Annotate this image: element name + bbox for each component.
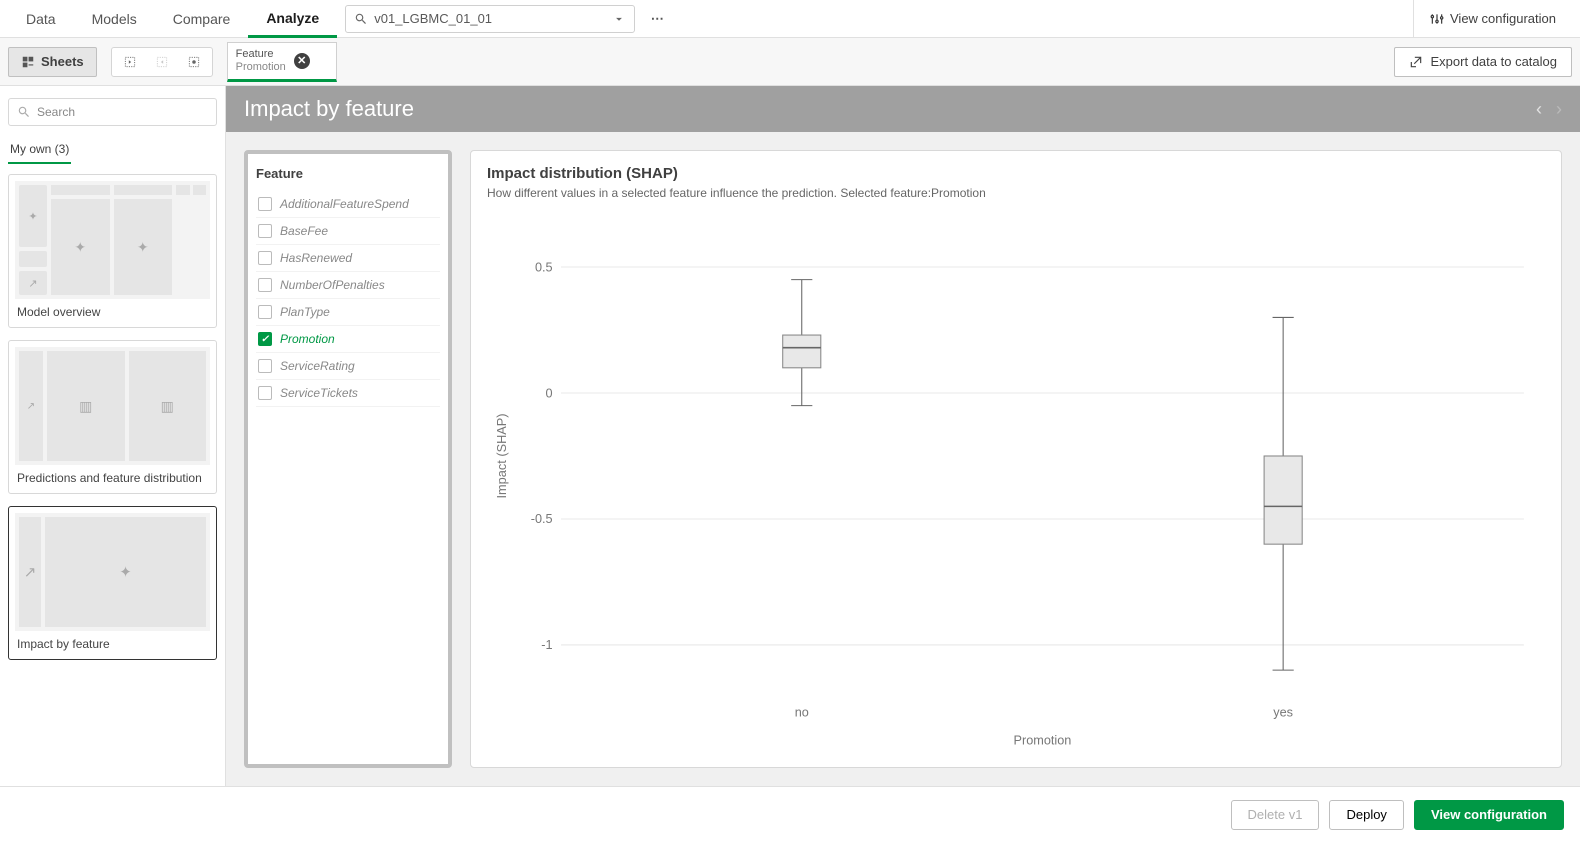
feature-panel: Feature AdditionalFeatureSpend BaseFee Has… xyxy=(244,150,452,768)
footer: Delete v1 Deploy View configuration xyxy=(0,786,1580,842)
tab-data[interactable]: Data xyxy=(8,0,74,38)
sheet-card-caption: Impact by feature xyxy=(15,631,210,653)
checkbox-icon xyxy=(258,251,272,265)
search-icon xyxy=(17,105,31,119)
top-tabs: Data Models Compare Analyze xyxy=(8,0,337,38)
feature-item-label: ServiceRating xyxy=(280,359,355,373)
clear-selection-button[interactable] xyxy=(180,48,208,76)
chevron-down-icon xyxy=(612,12,626,26)
feature-item-basefee[interactable]: BaseFee xyxy=(256,218,440,245)
checkbox-icon xyxy=(258,386,272,400)
feature-filter-chip[interactable]: Feature Promotion ✕ xyxy=(227,42,337,82)
my-own-tab[interactable]: My own (3) xyxy=(8,136,71,164)
export-data-button[interactable]: Export data to catalog xyxy=(1394,47,1572,77)
selection-toolbar xyxy=(111,47,213,77)
model-select-dropdown[interactable]: v01_LGBMC_01_01 xyxy=(345,5,635,33)
select-forward-button[interactable] xyxy=(148,48,176,76)
export-icon xyxy=(1409,55,1423,69)
checkbox-icon xyxy=(258,278,272,292)
sheet-card-impact-by-feature[interactable]: ↗ ✦ Impact by feature xyxy=(8,506,217,660)
sidebar: Search My own (3) ✦ ↗ ✦ ✦ Model overview xyxy=(0,86,226,786)
feature-item-additionalfeaturespend[interactable]: AdditionalFeatureSpend xyxy=(256,191,440,218)
feature-item-label: Promotion xyxy=(280,332,335,346)
feature-item-hasrenewed[interactable]: HasRenewed xyxy=(256,245,440,272)
export-label: Export data to catalog xyxy=(1431,54,1557,69)
deploy-button[interactable]: Deploy xyxy=(1329,800,1403,830)
checkbox-icon xyxy=(258,305,272,319)
search-placeholder: Search xyxy=(37,105,75,119)
close-icon[interactable]: ✕ xyxy=(294,53,310,69)
page-title: Impact by feature xyxy=(244,96,414,122)
feature-item-label: AdditionalFeatureSpend xyxy=(280,197,409,211)
svg-text:-1: -1 xyxy=(541,637,552,652)
sheets-button[interactable]: Sheets xyxy=(8,47,97,77)
chart-panel: Impact distribution (SHAP) How different… xyxy=(470,150,1562,768)
sheets-icon xyxy=(21,55,35,69)
svg-text:Promotion: Promotion xyxy=(1014,732,1072,747)
tab-analyze[interactable]: Analyze xyxy=(248,0,337,38)
page-title-bar: Impact by feature ‹ › xyxy=(226,86,1580,132)
model-select-value: v01_LGBMC_01_01 xyxy=(374,11,606,26)
toolbar: Sheets Feature Promotion ✕ Export data t… xyxy=(0,38,1580,86)
sheet-card-caption: Predictions and feature distribution xyxy=(15,465,210,487)
search-icon xyxy=(354,12,368,26)
feature-item-numberofpenalties[interactable]: NumberOfPenalties xyxy=(256,272,440,299)
more-menu-button[interactable]: ⋯ xyxy=(643,5,671,33)
feature-item-label: BaseFee xyxy=(280,224,328,238)
next-nav-button[interactable]: › xyxy=(1556,99,1562,120)
chart-area: -1 -0.5 0 0.5 Impact (SHAP) no yes Promotion xyxy=(487,206,1545,759)
search-input[interactable]: Search xyxy=(8,98,217,126)
sheets-label: Sheets xyxy=(41,54,84,69)
checkbox-icon: ✓ xyxy=(258,332,272,346)
view-configuration-label-top: View configuration xyxy=(1450,11,1556,26)
tab-compare[interactable]: Compare xyxy=(155,0,249,38)
prev-nav-button[interactable]: ‹ xyxy=(1536,99,1542,120)
sheet-card-predictions[interactable]: ↗ ▥ ▥ Predictions and feature distributi… xyxy=(8,340,217,494)
tab-models[interactable]: Models xyxy=(74,0,155,38)
svg-text:0.5: 0.5 xyxy=(535,259,553,274)
svg-text:no: no xyxy=(795,705,809,720)
feature-item-plantype[interactable]: PlanType xyxy=(256,299,440,326)
feature-item-servicetickets[interactable]: ServiceTickets xyxy=(256,380,440,407)
feature-item-label: PlanType xyxy=(280,305,330,319)
chart-subtitle: How different values in a selected featu… xyxy=(487,186,1545,200)
checkbox-icon xyxy=(258,359,272,373)
feature-item-servicerating[interactable]: ServiceRating xyxy=(256,353,440,380)
view-configuration-button[interactable]: View configuration xyxy=(1414,800,1564,830)
main-area: Impact by feature ‹ › Feature Additional… xyxy=(226,86,1580,786)
checkbox-icon xyxy=(258,224,272,238)
feature-chip-title: Feature xyxy=(236,48,286,61)
sheet-card-caption: Model overview xyxy=(15,299,210,321)
sheet-card-model-overview[interactable]: ✦ ↗ ✦ ✦ Model overview xyxy=(8,174,217,328)
view-configuration-button-top[interactable]: View configuration xyxy=(1413,0,1572,38)
feature-item-label: NumberOfPenalties xyxy=(280,278,385,292)
feature-item-promotion[interactable]: ✓ Promotion xyxy=(256,326,440,353)
feature-chip-value: Promotion xyxy=(236,61,286,74)
feature-item-label: ServiceTickets xyxy=(280,386,358,400)
feature-panel-title: Feature xyxy=(256,166,440,181)
svg-text:Impact (SHAP): Impact (SHAP) xyxy=(494,413,509,498)
checkbox-icon xyxy=(258,197,272,211)
delete-button[interactable]: Delete v1 xyxy=(1231,800,1320,830)
feature-item-label: HasRenewed xyxy=(280,251,352,265)
chart-title: Impact distribution (SHAP) xyxy=(487,165,1545,182)
svg-text:yes: yes xyxy=(1273,705,1293,720)
svg-text:0: 0 xyxy=(546,385,553,400)
top-nav: Data Models Compare Analyze v01_LGBMC_01… xyxy=(0,0,1580,38)
select-back-button[interactable] xyxy=(116,48,144,76)
sliders-icon xyxy=(1430,12,1444,26)
svg-text:-0.5: -0.5 xyxy=(531,511,553,526)
